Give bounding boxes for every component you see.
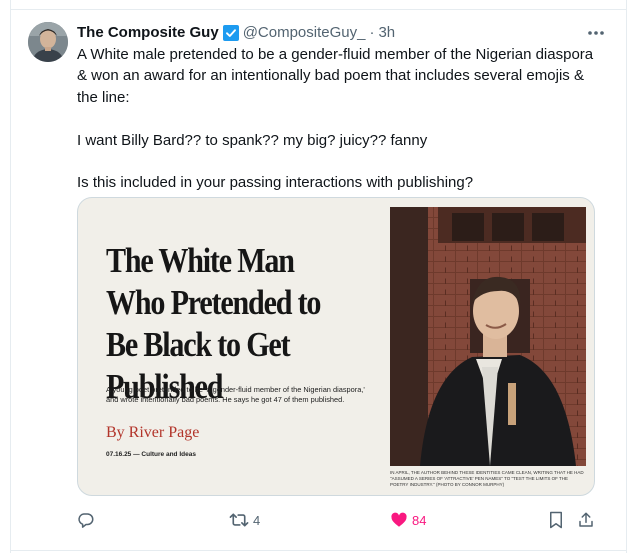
like-button[interactable]: 84 (390, 509, 426, 531)
article-dateline: 07.16.25 — Culture and Ideas (106, 451, 196, 458)
more-button[interactable] (583, 20, 609, 46)
tweet-actions: 4 84 (77, 509, 597, 531)
like-count: 84 (412, 512, 427, 528)
reply-button[interactable] (77, 509, 99, 531)
media-image[interactable]: The White Man Who Pretended to Be Black … (77, 197, 595, 496)
tweet-divider (10, 550, 627, 551)
avatar[interactable] (28, 22, 68, 62)
tweet-text: A White male pretended to be a gender-fl… (77, 44, 597, 194)
author-display-name[interactable]: The Composite Guy (77, 23, 219, 43)
author-handle[interactable]: @CompositeGuy_ (243, 23, 366, 43)
retweet-count: 4 (253, 512, 261, 528)
photo-caption: In April, the author behind these identi… (390, 470, 584, 487)
share-button[interactable] (577, 509, 595, 531)
article-byline: By River Page (106, 424, 200, 441)
tweet-header: The Composite Guy @CompositeGuy_ · 3h (77, 23, 577, 43)
article-photo (390, 207, 586, 466)
article-headline: The White Man Who Pretended to Be Black … (106, 241, 321, 406)
tweet-text-line: I want Billy Bard?? to spank?? my big? j… (77, 131, 428, 149)
bookmark-button[interactable] (548, 509, 564, 531)
retweet-icon (229, 513, 249, 527)
heart-icon (391, 512, 407, 527)
share-icon (579, 512, 593, 527)
reply-icon (78, 513, 94, 528)
separator-dot: · (369, 24, 375, 41)
tweet-text-line: A White male pretended to be a gender-fl… (77, 46, 594, 106)
retweet-button[interactable]: 4 (229, 509, 260, 531)
timestamp[interactable]: 3h (378, 23, 395, 43)
bookmark-icon (550, 511, 562, 529)
more-icon (588, 31, 604, 35)
tweet-text-line: Is this included in your passing interac… (77, 174, 474, 192)
verified-badge-icon (222, 25, 239, 41)
previous-tweet-edge (10, 0, 627, 10)
article-subhead: A young poet pretended to be 'a gender-f… (106, 385, 365, 405)
